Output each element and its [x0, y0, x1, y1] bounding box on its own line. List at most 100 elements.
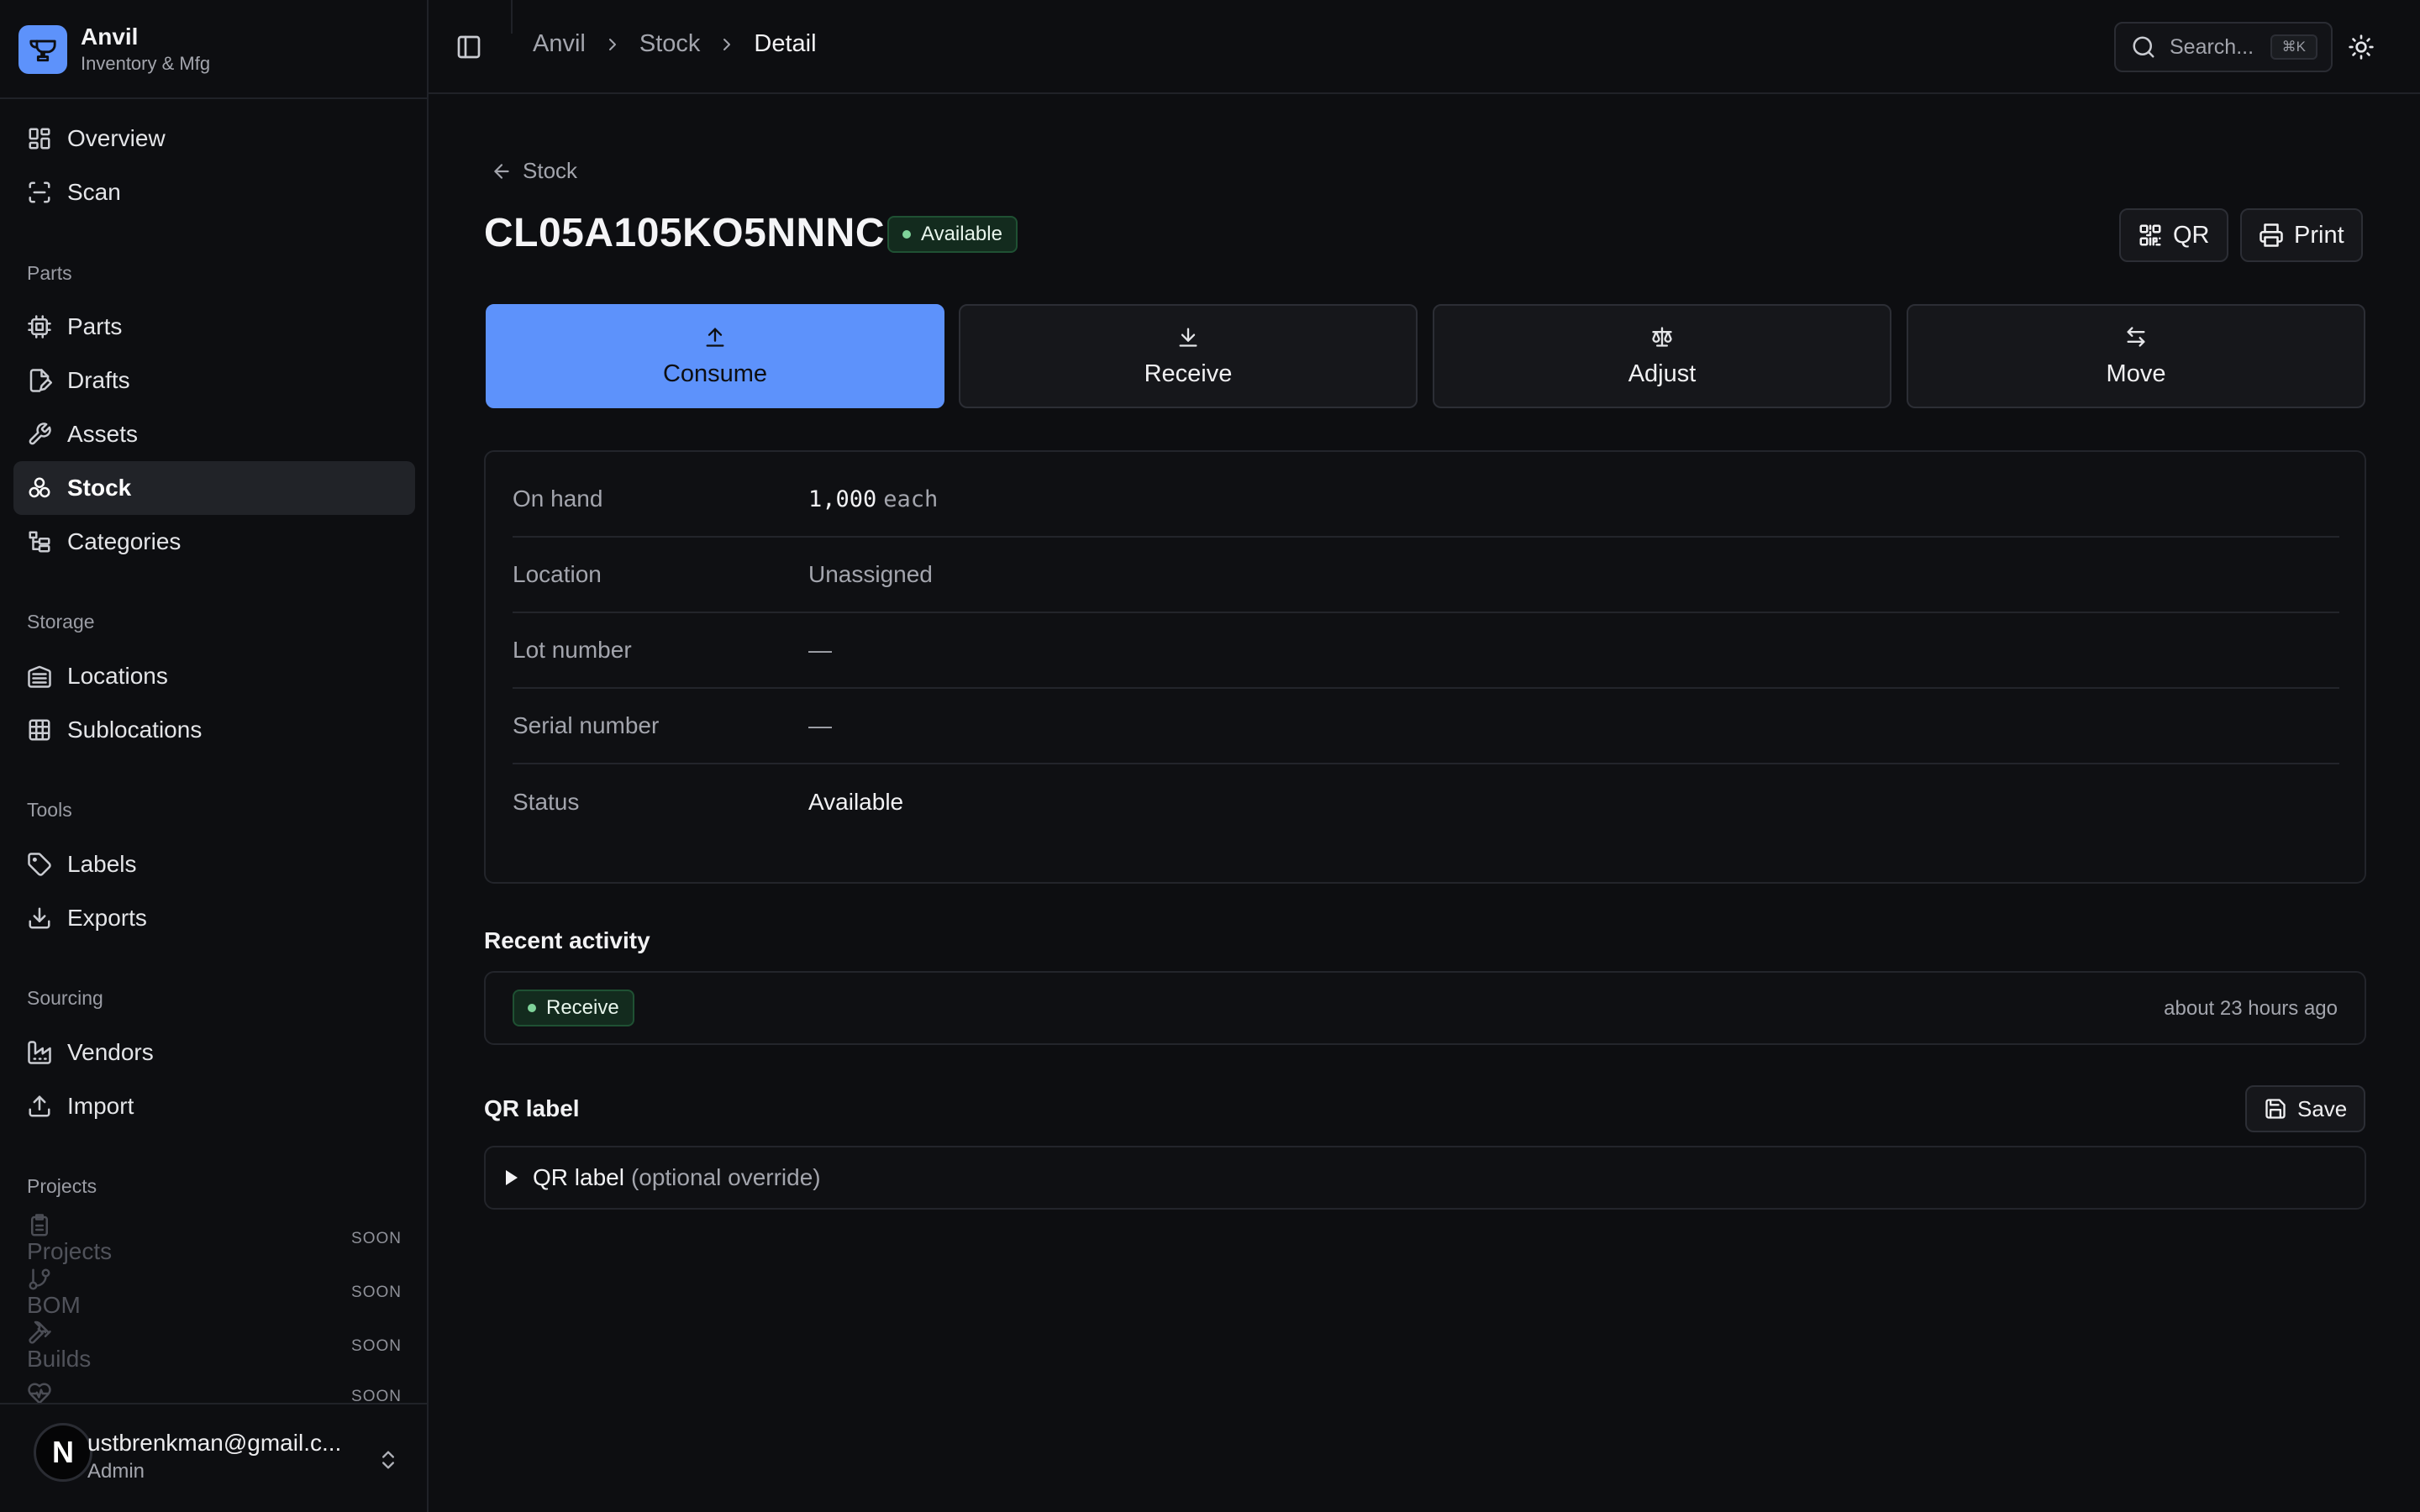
qr-button[interactable]: QR — [2119, 208, 2228, 262]
back-link[interactable]: Stock — [491, 158, 577, 184]
detail-row-serial: Serial number — — [513, 689, 2339, 764]
sidebar-toggle-icon[interactable] — [455, 34, 482, 60]
sidebar-item-label: Stock — [67, 475, 132, 501]
scale-icon — [1650, 325, 1674, 349]
sidebar-item-assets[interactable]: Assets — [13, 407, 415, 461]
sidebar-item-label: Categories — [67, 528, 182, 554]
on-hand-unit: each — [883, 486, 939, 512]
save-button[interactable]: Save — [2245, 1085, 2366, 1132]
consume-button-label: Consume — [662, 360, 768, 387]
print-button[interactable]: Print — [2240, 208, 2363, 262]
detail-label: Serial number — [513, 712, 660, 738]
brand-header[interactable]: Anvil Inventory & Mfg — [0, 0, 427, 99]
sidebar-item-stock[interactable]: Stock — [13, 461, 415, 515]
sidebar-item-label: Projects — [27, 1238, 113, 1264]
sidebar-item-label: Scan — [67, 179, 121, 205]
detail-value: 1,000 each — [808, 486, 938, 512]
activity-type-badge: Receive — [513, 990, 634, 1026]
arrow-left-right-icon — [2124, 325, 2148, 349]
soon-badge: SOON — [351, 1284, 402, 1301]
search-shortcut: ⌘K — [2270, 34, 2317, 60]
sidebar-item-locations[interactable]: Locations — [13, 649, 415, 703]
sidebar-item-vendors[interactable]: Vendors — [13, 1026, 415, 1079]
qr-label-summary: QR label — [533, 1164, 624, 1190]
consume-button[interactable]: Consume — [486, 304, 944, 408]
detail-row-status: Status Available — [513, 764, 2339, 840]
top-header: Anvil Stock Detail Search... ⌘K — [429, 0, 2420, 94]
move-button[interactable]: Move — [1907, 304, 2365, 408]
qr-code-icon — [2138, 223, 2163, 248]
sidebar-item-label: Overview — [67, 125, 166, 151]
brand-name: Anvil — [81, 24, 139, 50]
status-dot — [902, 230, 911, 239]
status-badge: Available — [887, 216, 1018, 253]
detail-label: Location — [513, 561, 602, 587]
recent-activity-title: Recent activity — [484, 927, 650, 953]
user-role: Admin — [87, 1460, 145, 1483]
search-placeholder: Search... — [2170, 34, 2254, 59]
sidebar-item-label: Drafts — [67, 367, 130, 393]
boxes-icon — [27, 475, 52, 501]
chevron-right-icon — [602, 34, 623, 55]
clipboard-icon — [27, 1213, 52, 1238]
adjust-button-label: Adjust — [1628, 360, 1697, 387]
sidebar-item-label: Assets — [67, 421, 139, 447]
section-label-projects: Projects — [27, 1175, 97, 1197]
search-input[interactable]: Search... ⌘K — [2114, 22, 2333, 72]
sidebar-item-categories[interactable]: Categories — [13, 515, 415, 569]
sidebar-item-label: Labels — [67, 851, 137, 877]
sidebar-item-label: Import — [67, 1093, 134, 1119]
sidebar-item-drafts[interactable]: Drafts — [13, 354, 415, 407]
tree-icon — [27, 529, 52, 554]
detail-value: Unassigned — [808, 561, 933, 587]
detail-label: On hand — [513, 486, 603, 512]
sidebar-item-label: Vendors — [67, 1039, 154, 1065]
qr-label-hint: (optional override) — [630, 1164, 821, 1190]
arrow-left-icon — [491, 160, 513, 182]
download-icon — [1176, 325, 1200, 349]
activity-list: Receive about 23 hours ago — [484, 971, 2366, 1045]
sidebar: Anvil Inventory & Mfg Overview Scan Part… — [0, 0, 429, 1512]
sidebar-item-labels[interactable]: Labels — [13, 837, 415, 891]
adjust-button[interactable]: Adjust — [1433, 304, 1891, 408]
sidebar-item-label: Parts — [67, 313, 123, 339]
sidebar-item-label: Locations — [67, 663, 168, 689]
detail-row-on-hand: On hand 1,000 each — [513, 462, 2339, 538]
section-label-sourcing: Sourcing — [27, 987, 103, 1009]
sidebar-item-parts[interactable]: Parts — [13, 300, 415, 354]
sidebar-item-scan[interactable]: Scan — [13, 165, 415, 219]
brand-subtitle: Inventory & Mfg — [81, 53, 211, 74]
print-button-label: Print — [2294, 221, 2344, 249]
sun-icon[interactable] — [2348, 34, 2375, 60]
wrench-icon — [27, 422, 52, 447]
heart-pulse-icon — [27, 1381, 52, 1403]
warehouse-icon — [27, 664, 52, 689]
sidebar-item-sublocations[interactable]: Sublocations — [13, 703, 415, 757]
sidebar-item-exports[interactable]: Exports — [13, 891, 415, 945]
soon-badge: SOON — [351, 1388, 402, 1403]
qr-label-title: QR label — [484, 1095, 580, 1121]
section-label-storage: Storage — [27, 611, 95, 633]
receive-button-label: Receive — [1144, 360, 1233, 387]
section-label-parts: Parts — [27, 262, 72, 284]
breadcrumb-item-stock[interactable]: Stock — [639, 30, 701, 58]
breadcrumb-item-anvil[interactable]: Anvil — [533, 30, 586, 58]
breadcrumb-item-detail: Detail — [754, 30, 817, 57]
sidebar-item-bom: BOM SOON — [13, 1268, 415, 1327]
detail-value: Available — [808, 789, 904, 815]
qr-label-disclosure[interactable]: QR label (optional override) — [484, 1146, 2366, 1210]
sidebar-item-label: BOM — [27, 1292, 81, 1318]
receive-button[interactable]: Receive — [959, 304, 1418, 408]
sidebar-item-import[interactable]: Import — [13, 1079, 415, 1133]
printer-icon — [2259, 223, 2284, 248]
sidebar-item-label: Sublocations — [67, 717, 203, 743]
chevrons-up-down-icon — [376, 1448, 400, 1472]
back-link-label: Stock — [523, 158, 578, 183]
upload-icon — [27, 1094, 52, 1119]
grid-icon — [27, 717, 52, 743]
sidebar-item-overview[interactable]: Overview — [13, 112, 415, 165]
soon-badge: SOON — [351, 1337, 402, 1355]
user-menu[interactable]: N ustbrenkman@gmail.c... Admin — [0, 1403, 427, 1512]
sidebar-item-label: Exports — [67, 905, 147, 931]
on-hand-quantity: 1,000 — [808, 486, 877, 512]
